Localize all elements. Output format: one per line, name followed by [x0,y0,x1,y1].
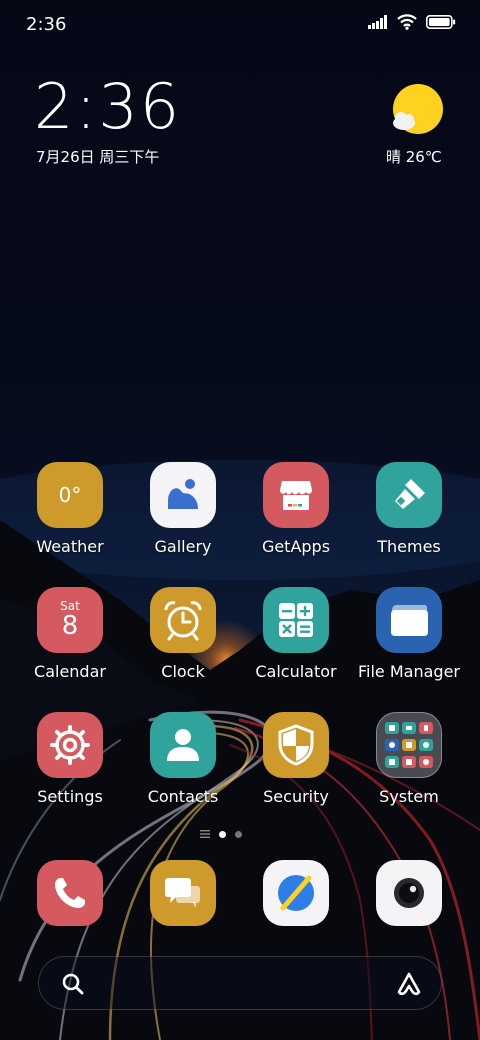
app-label: Security [263,787,329,806]
app-label: Themes [377,537,441,556]
app-settings[interactable]: Settings [15,712,125,806]
status-bar-time: 2:36 [26,14,67,35]
app-weather[interactable]: 0° Weather [15,462,125,556]
person-icon [150,712,216,778]
app-clock[interactable]: Clock [128,587,238,681]
app-label: File Manager [358,662,460,681]
signal-icon [368,15,387,29]
dock-browser[interactable] [241,860,351,926]
calendar-icon: Sat 8 [37,587,103,653]
messages-icon [150,860,216,926]
app-label: Settings [37,787,103,806]
camera-icon [376,860,442,926]
app-getapps[interactable]: GetApps [241,462,351,556]
dock-phone[interactable] [15,860,125,926]
app-security[interactable]: Security [241,712,351,806]
app-label: Contacts [147,787,219,806]
phone-icon [37,860,103,926]
app-label: Clock [161,662,205,681]
search-icon[interactable] [61,972,85,996]
weather-icon: 0° [37,462,103,528]
status-bar-icons [368,14,456,30]
gear-icon [37,712,103,778]
page-dot [235,830,242,838]
store-icon [263,462,329,528]
app-label: Calendar [34,662,106,681]
sun-cloud-icon[interactable] [390,82,446,138]
list-pages-icon [200,830,210,838]
app-label: GetApps [261,537,331,556]
wifi-icon [397,14,417,30]
brush-icon [376,462,442,528]
dock-messages[interactable] [128,860,238,926]
app-calculator[interactable]: Calculator [241,587,351,681]
widget-weather-text: 晴 26℃ [386,148,442,166]
app-label: Weather [36,537,104,556]
app-gallery[interactable]: Gallery [128,462,238,556]
widget-date: 7月26日 周三下午 [36,148,160,166]
dock-camera[interactable] [354,860,464,926]
folder-group-icon [376,712,442,778]
app-file-manager[interactable]: File Manager [354,587,464,681]
folder-icon [376,587,442,653]
page-indicator[interactable] [200,830,242,838]
app-themes[interactable]: Themes [354,462,464,556]
alarm-clock-icon [150,587,216,653]
app-system-folder[interactable]: System [354,712,464,806]
shield-icon [263,712,329,778]
gallery-icon [150,462,216,528]
app-contacts[interactable]: Contacts [128,712,238,806]
app-label: Gallery [154,537,212,556]
assistant-icon[interactable] [395,970,423,998]
widget-clock-time[interactable]: 2:36 [34,76,181,138]
browser-icon [263,860,329,926]
search-bar[interactable] [38,956,442,1010]
app-label: System [379,787,439,806]
app-label: Calculator [255,662,337,681]
app-calendar[interactable]: Sat 8 Calendar [15,587,125,681]
calculator-icon [263,587,329,653]
page-dot-active [219,830,226,838]
battery-icon [426,15,456,29]
